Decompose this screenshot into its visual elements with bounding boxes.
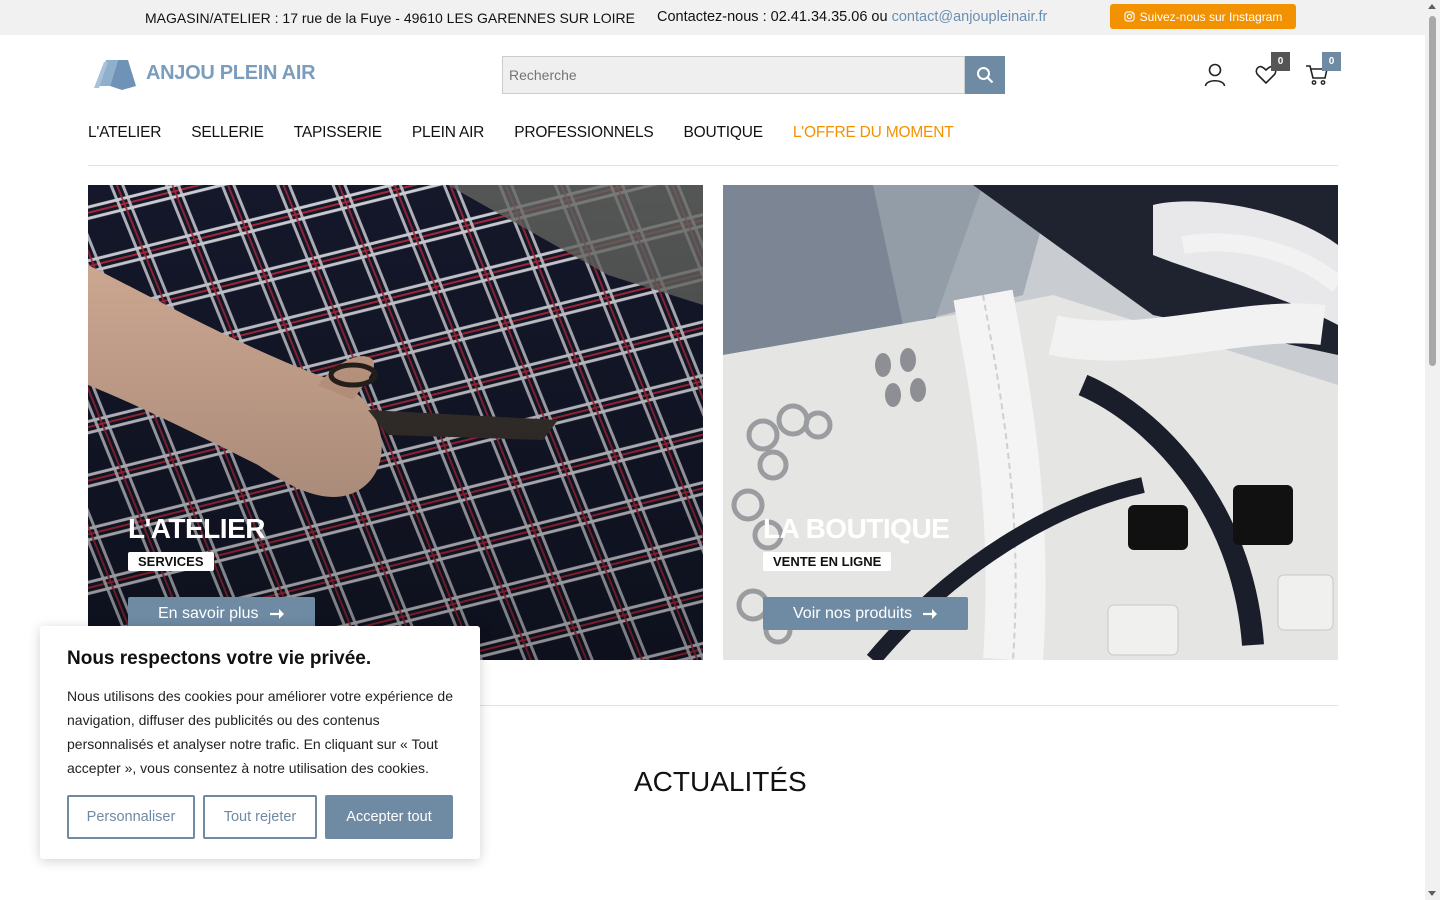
contact-phone: Contactez-nous : 02.41.34.35.06 ou [657, 9, 892, 25]
tent-logo-icon [94, 60, 136, 90]
voir-nos-produits-label: Voir nos produits [793, 604, 913, 622]
search-button[interactable] [965, 56, 1005, 94]
cookie-accept-button[interactable]: Accepter tout [325, 795, 453, 839]
search-icon [977, 67, 994, 84]
cookie-customize-button[interactable]: Personnaliser [67, 795, 195, 839]
atelier-panel[interactable]: L'ATELIER SERVICES En savoir plus [88, 185, 703, 660]
site-logo[interactable]: ANJOU PLEIN AIR [92, 56, 316, 90]
nav-item-boutique[interactable]: BOUTIQUE [684, 124, 764, 142]
atelier-image [88, 185, 703, 660]
boutique-panel[interactable]: LA BOUTIQUE VENTE EN LIGNE Voir nos prod… [723, 185, 1338, 660]
arrow-right-icon [269, 608, 284, 619]
atelier-tag: SERVICES [128, 552, 214, 571]
store-address: MAGASIN/ATELIER : 17 rue de la Fuye - 49… [145, 10, 635, 26]
contact-info: Contactez-nous : 02.41.34.35.06 ou conta… [657, 9, 1047, 25]
instagram-label: Suivez-nous sur Instagram [1139, 9, 1283, 24]
news-section-title: ACTUALITÉS [634, 766, 807, 797]
boutique-title: LA BOUTIQUE [763, 513, 950, 544]
logo-text: ANJOU PLEIN AIR [146, 61, 316, 84]
cookie-consent-dialog: Nous respectons votre vie privée. Nous u… [40, 626, 480, 859]
voir-nos-produits-button[interactable]: Voir nos produits [763, 597, 969, 630]
main-nav: L'ATELIER SELLERIE TAPISSERIE PLEIN AIR … [88, 124, 954, 142]
atelier-title: L'ATELIER [128, 513, 265, 544]
nav-item-professionnels[interactable]: PROFESSIONNELS [514, 124, 654, 142]
boutique-tag: VENTE EN LIGNE [763, 552, 892, 571]
instagram-icon [1123, 11, 1135, 22]
page-scrollbar[interactable] [1425, 0, 1440, 900]
nav-item-atelier[interactable]: L'ATELIER [88, 124, 161, 142]
arrow-right-icon [923, 608, 938, 619]
cookie-reject-button[interactable]: Tout rejeter [203, 795, 317, 839]
nav-item-tapisserie[interactable]: TAPISSERIE [294, 124, 382, 142]
nav-divider [88, 165, 1338, 166]
scroll-down-arrow-icon[interactable] [1428, 891, 1436, 896]
cart-count-badge: 0 [1322, 52, 1341, 71]
contact-email-link[interactable]: contact@anjoupleinair.fr [892, 9, 1048, 25]
en-savoir-plus-label: En savoir plus [158, 604, 259, 622]
cookie-text: Nous utilisons des cookies pour améliore… [67, 688, 453, 776]
cookie-title: Nous respectons votre vie privée. [67, 648, 372, 669]
user-icon [1204, 63, 1226, 87]
search-bar [502, 56, 1005, 94]
account-button[interactable] [1200, 60, 1230, 90]
nav-item-plein-air[interactable]: PLEIN AIR [412, 124, 484, 142]
search-input[interactable] [502, 56, 965, 94]
wishlist-button[interactable]: 0 [1251, 52, 1290, 90]
instagram-button[interactable]: Suivez-nous sur Instagram [1110, 4, 1296, 29]
cart-button[interactable]: 0 [1302, 52, 1341, 90]
nav-item-sellerie[interactable]: SELLERIE [191, 124, 264, 142]
scrollbar-thumb[interactable] [1429, 16, 1436, 366]
wishlist-count-badge: 0 [1271, 52, 1290, 71]
boutique-image [723, 185, 1338, 660]
scroll-up-arrow-icon[interactable] [1428, 4, 1436, 9]
top-bar: MAGASIN/ATELIER : 17 rue de la Fuye - 49… [0, 0, 1425, 35]
nav-item-offre-du-moment[interactable]: L'OFFRE DU MOMENT [793, 124, 954, 142]
